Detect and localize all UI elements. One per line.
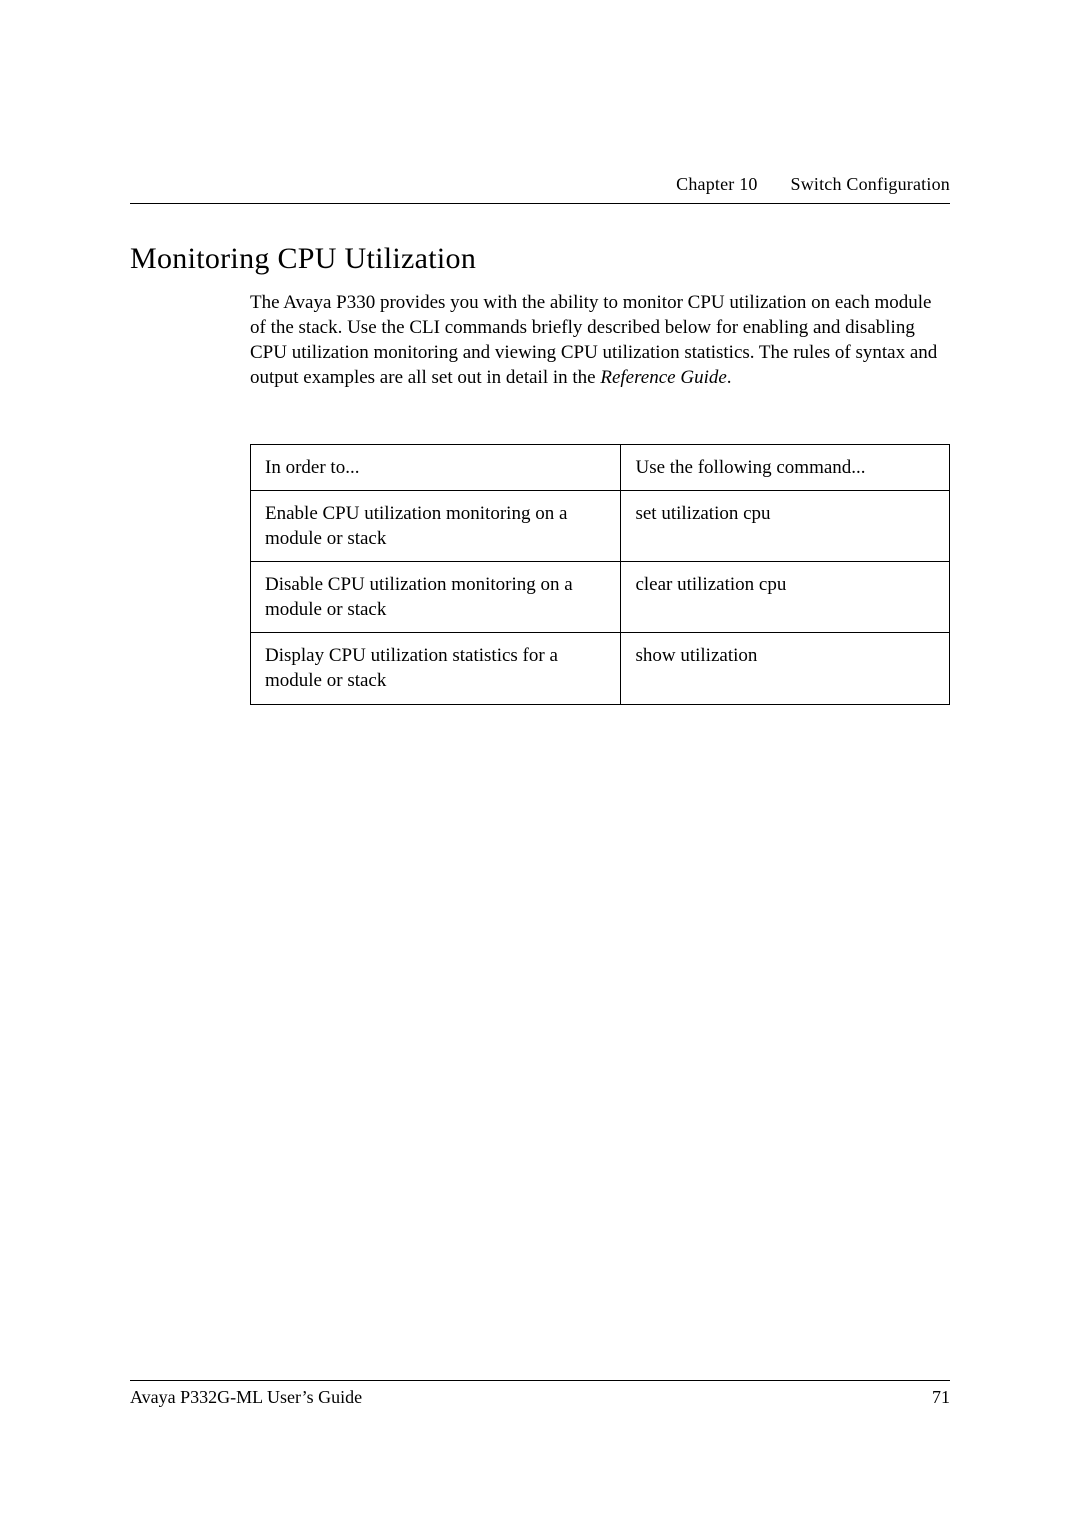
header-text: Chapter 10 Switch Configuration xyxy=(130,174,950,195)
table-cell-col2: show utilization xyxy=(621,633,950,704)
command-table: In order to... Use the following command… xyxy=(250,444,950,705)
table-cell-col1: Disable CPU utilization monitoring on a … xyxy=(251,562,621,633)
section-paragraph: The Avaya P330 provides you with the abi… xyxy=(250,290,950,390)
table-cell-col2: clear utilization cpu xyxy=(621,562,950,633)
paragraph-text-1: The Avaya P330 provides you with the abi… xyxy=(250,292,937,388)
table-row: Enable CPU utilization monitoring on a m… xyxy=(251,491,950,562)
chapter-title: Switch Configuration xyxy=(791,174,951,194)
paragraph-text-2: . xyxy=(727,367,732,388)
page: Chapter 10 Switch Configuration Monitori… xyxy=(0,0,1080,1528)
running-header: Chapter 10 Switch Configuration xyxy=(130,174,950,212)
table-header-row: In order to... Use the following command… xyxy=(251,445,950,491)
table-cell-col1: Display CPU utilization statistics for a… xyxy=(251,633,621,704)
footer-rule xyxy=(130,1380,950,1381)
section-heading: Monitoring CPU Utilization xyxy=(130,242,476,276)
chapter-label: Chapter 10 xyxy=(676,174,757,194)
running-footer: Avaya P332G-ML User’s Guide 71 xyxy=(130,1372,950,1408)
footer-left: Avaya P332G-ML User’s Guide xyxy=(130,1387,362,1408)
header-rule xyxy=(130,203,950,204)
footer-page-number: 71 xyxy=(932,1387,950,1408)
paragraph-emphasis: Reference Guide xyxy=(600,367,726,388)
table-row: Display CPU utilization statistics for a… xyxy=(251,633,950,704)
footer-row: Avaya P332G-ML User’s Guide 71 xyxy=(130,1387,950,1408)
table-cell-col1: Enable CPU utilization monitoring on a m… xyxy=(251,491,621,562)
table-row: Disable CPU utilization monitoring on a … xyxy=(251,562,950,633)
table-header-col1: In order to... xyxy=(251,445,621,491)
table-cell-col2: set utilization cpu xyxy=(621,491,950,562)
header-gap xyxy=(762,174,786,194)
table-header-col2: Use the following command... xyxy=(621,445,950,491)
